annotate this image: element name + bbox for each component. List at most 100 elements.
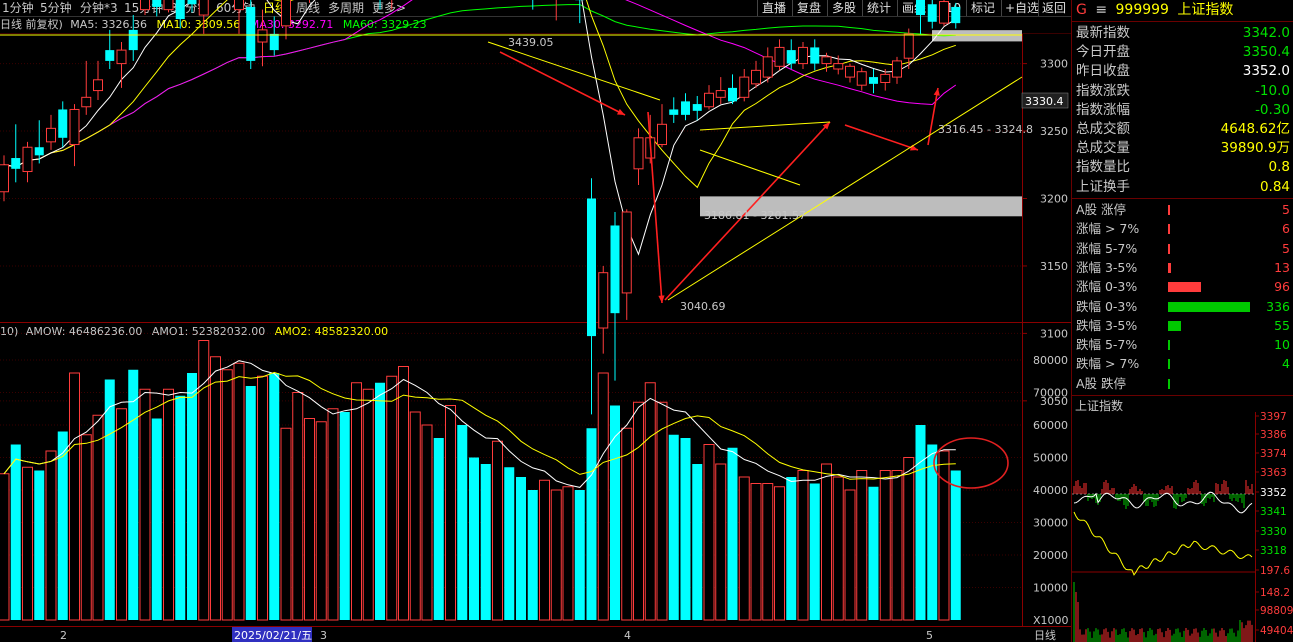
volume-bar [750,483,762,621]
candlestick [762,47,773,83]
mini-axis-tick: 197.6 [1260,565,1290,577]
resistance-trendline [487,41,661,101]
volume-bar [738,476,750,621]
volume-axis-tick: 20000 [1033,549,1068,562]
quote-row-value: 3350.4 [1242,44,1290,61]
intraday-mini-chart[interactable]: 3397 3386 3374 3363 3352 3341 3330 3318 197.6 148… [1072,412,1293,642]
breadth-row-label: 涨幅 5-7% [1076,240,1138,256]
quote-row: 昨日收盘 3352.0 [1076,62,1292,81]
period-60min-tab[interactable]: 60分钟 [216,0,255,16]
volume-bar [868,486,879,620]
period-daily-tab[interactable]: 日线 [263,0,287,16]
quote-row-value: 3352.0 [1242,63,1290,80]
breadth-row-count: 4 [1282,356,1290,372]
candlestick [116,42,127,88]
period-weekly-tab[interactable]: 周线 [296,0,320,16]
quote-row-label: 上证换手 [1076,178,1130,195]
breadth-row-count: 5 [1282,202,1290,217]
multi-period-tab[interactable]: 多周期 [328,0,364,16]
volume-bar [386,375,398,621]
toolbar-divider [792,0,793,16]
quote-row-label: 总成交额 [1076,121,1130,137]
back-button[interactable]: 返回 [1042,0,1066,16]
volume-bar [938,450,950,621]
volume-bar [280,427,292,621]
period-toolbar: 1分钟 5分钟 分钟*3 15分钟 30分钟 60分钟 日线 周线 多周期 更多… [0,0,1071,17]
volume-axis-tick: 70000 [1033,387,1068,400]
volume-bar [139,388,151,621]
mini-axis-tick: 3341 [1260,506,1287,518]
breadth-bar [1168,262,1172,273]
volume-bar [621,427,633,621]
kline-chart[interactable]: 3400335033003250320031503100305080000700… [0,0,1071,642]
quote-row: 指数涨跌 -10.0 [1076,82,1292,101]
ma10-readout: MA10: 3309.56 [156,18,241,31]
gap-zone-2-label: 3316.45 - 3324.8 [938,123,1033,136]
volume-axis-tick: 10000 [1033,582,1068,595]
volume-bar [269,373,280,620]
toolbar-divider [827,0,828,16]
draw-line-button[interactable]: 画线 [902,0,926,16]
volume-bar [644,382,656,621]
volume-bar [116,408,127,621]
quote-row: 最新指数 3342.0 [1076,24,1292,43]
breadth-row-count: 96 [1274,279,1290,295]
volume-bar [856,470,868,621]
period-15min-tab[interactable]: 15分钟 [124,0,163,16]
mark-button[interactable]: 标记 [971,0,995,16]
volume-bar [433,438,444,620]
volume-bar [727,447,738,620]
volume-bar [539,479,550,621]
g-icon: G [1076,2,1087,18]
more-periods-menu[interactable]: 更多> [372,0,406,16]
breadth-bar [1168,340,1171,351]
volume-ma10-line [3,371,956,480]
quote-sidebar: G ≡ 999999 上证指数 最新指数 3342.0 今日开盘 3350.4 昨日收盘… [1071,0,1293,642]
candlestick [728,74,737,105]
multi-stock-button[interactable]: 多股 [832,0,856,16]
volume-bar [10,444,21,620]
breadth-row: 跌幅 3-5% 55 [1076,316,1292,335]
amo1-readout: AMO1: 52382032.00 [151,325,266,338]
quote-row-label: 指数涨幅 [1076,101,1130,118]
volume-bar [292,392,304,621]
volume-bar [821,463,832,621]
add-watchlist-button[interactable]: +自选 [1005,0,1039,16]
quote-row: 指数量比 0.8 [1076,158,1292,177]
menu-icon[interactable]: ≡ [1095,2,1107,18]
highlight-circle [933,437,1009,489]
date-axis: 2 2025/02/21/五 3 4 5 日线 [60,627,1056,642]
period-5min-tab[interactable]: 5分钟 [40,0,72,16]
mini-axis-tick: 98809 [1260,605,1293,617]
candlestick [821,52,832,72]
candlestick [880,68,891,91]
volume-bar [809,483,820,620]
ma30-readout: MA30: 3292.71 [249,18,334,31]
f10-button[interactable]: F10 [939,0,961,16]
volume-bar [187,373,197,620]
candlestick [587,178,596,415]
candlestick [810,39,820,71]
mini-axis-tick: 3363 [1260,467,1287,479]
ma5-line [3,0,957,256]
breadth-row-count: 5 [1282,240,1290,256]
period-3min-tab[interactable]: 分钟*3 [80,0,118,16]
breadth-row-label: 涨幅 > 7% [1076,221,1140,237]
volume-bar [233,362,245,621]
breadth-row-label: 涨幅 0-3% [1076,279,1138,295]
volume-bar [492,440,503,621]
statistics-button[interactable]: 统计 [867,0,891,16]
volume-bar [69,372,80,621]
volume-bar [375,382,385,620]
candlestick [751,60,761,88]
review-button[interactable]: 复盘 [797,0,821,16]
volume-axis-tick: 30000 [1033,517,1068,530]
volume-bar [80,434,92,621]
period-30min-tab[interactable]: 30分钟 [170,0,209,16]
candlestick [715,77,726,105]
live-button[interactable]: 直播 [762,0,786,16]
rebound-arrow [664,121,831,301]
period-1min-tab[interactable]: 1分钟 [2,0,34,16]
volume-bar [832,476,844,621]
volume-bar [469,457,479,620]
